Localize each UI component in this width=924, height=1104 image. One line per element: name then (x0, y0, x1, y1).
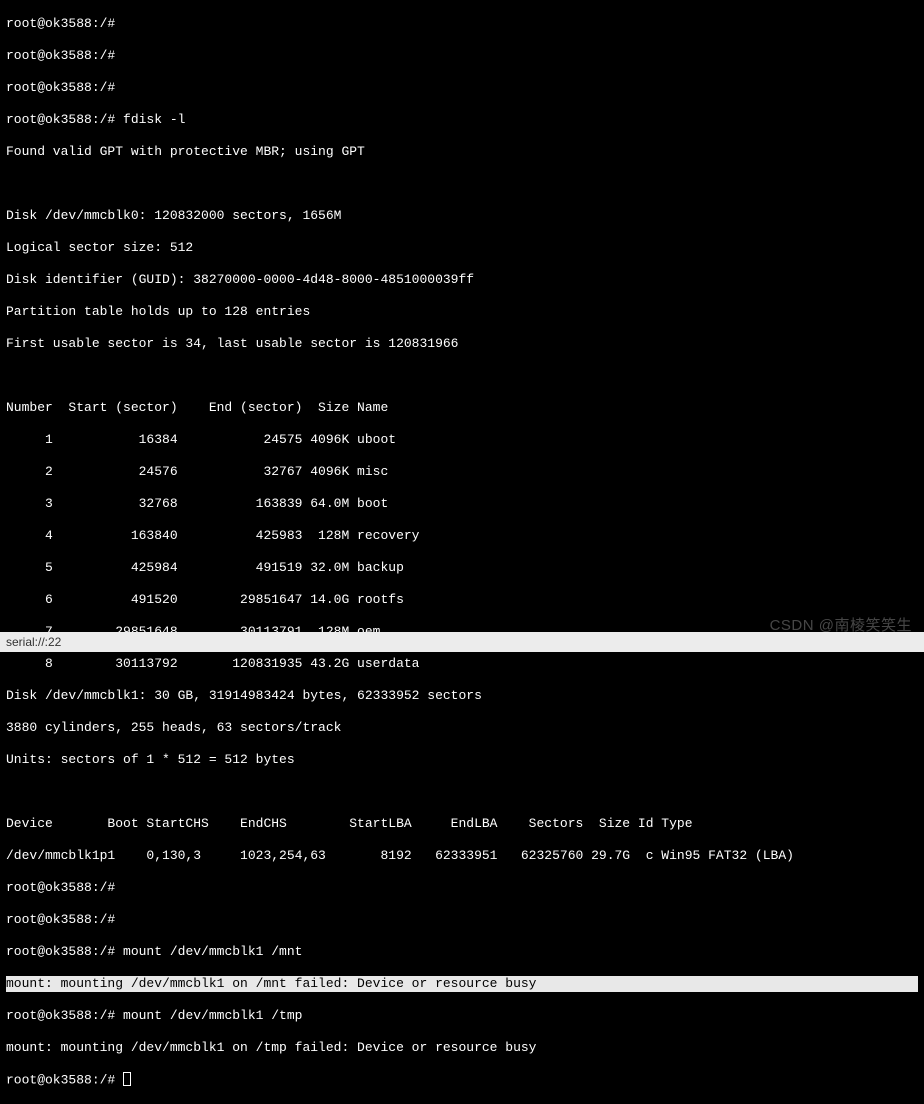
prompt-line: root@ok3588:/# (6, 80, 918, 96)
device-header: Device Boot StartCHS EndCHS StartLBA End… (6, 816, 918, 832)
terminal-output[interactable]: root@ok3588:/# root@ok3588:/# root@ok358… (0, 0, 924, 1104)
output-line: 3880 cylinders, 255 heads, 63 sectors/tr… (6, 720, 918, 736)
prompt-line: root@ok3588:/# (6, 1072, 918, 1088)
error-line: mount: mounting /dev/mmcblk1 on /tmp fai… (6, 1040, 918, 1056)
output-line: Partition table holds up to 128 entries (6, 304, 918, 320)
status-bar: serial://:22 (0, 632, 924, 652)
output-line: Disk /dev/mmcblk1: 30 GB, 31914983424 by… (6, 688, 918, 704)
error-line-highlighted: mount: mounting /dev/mmcblk1 on /mnt fai… (6, 976, 918, 992)
output-line: Found valid GPT with protective MBR; usi… (6, 144, 918, 160)
command-line: root@ok3588:/# mount /dev/mmcblk1 /mnt (6, 944, 918, 960)
partition-row: 8 30113792 120831935 43.2G userdata (6, 656, 918, 672)
output-line: First usable sector is 34, last usable s… (6, 336, 918, 352)
partition-row: 1 16384 24575 4096K uboot (6, 432, 918, 448)
partition-row: 6 491520 29851647 14.0G rootfs (6, 592, 918, 608)
partition-header: Number Start (sector) End (sector) Size … (6, 400, 918, 416)
partition-row: 2 24576 32767 4096K misc (6, 464, 918, 480)
cursor-icon (123, 1072, 131, 1086)
prompt-line: root@ok3588:/# (6, 880, 918, 896)
partition-row: 4 163840 425983 128M recovery (6, 528, 918, 544)
prompt-line: root@ok3588:/# (6, 912, 918, 928)
blank-line (6, 784, 918, 800)
output-line: Units: sectors of 1 * 512 = 512 bytes (6, 752, 918, 768)
command-line: root@ok3588:/# mount /dev/mmcblk1 /tmp (6, 1008, 918, 1024)
blank-line (6, 176, 918, 192)
partition-row: 3 32768 163839 64.0M boot (6, 496, 918, 512)
device-row: /dev/mmcblk1p1 0,130,3 1023,254,63 8192 … (6, 848, 918, 864)
output-line: Logical sector size: 512 (6, 240, 918, 256)
prompt-line: root@ok3588:/# (6, 16, 918, 32)
prompt-line: root@ok3588:/# (6, 48, 918, 64)
output-line: Disk identifier (GUID): 38270000-0000-4d… (6, 272, 918, 288)
command-line: root@ok3588:/# fdisk -l (6, 112, 918, 128)
output-line: Disk /dev/mmcblk0: 120832000 sectors, 16… (6, 208, 918, 224)
partition-row: 5 425984 491519 32.0M backup (6, 560, 918, 576)
blank-line (6, 368, 918, 384)
